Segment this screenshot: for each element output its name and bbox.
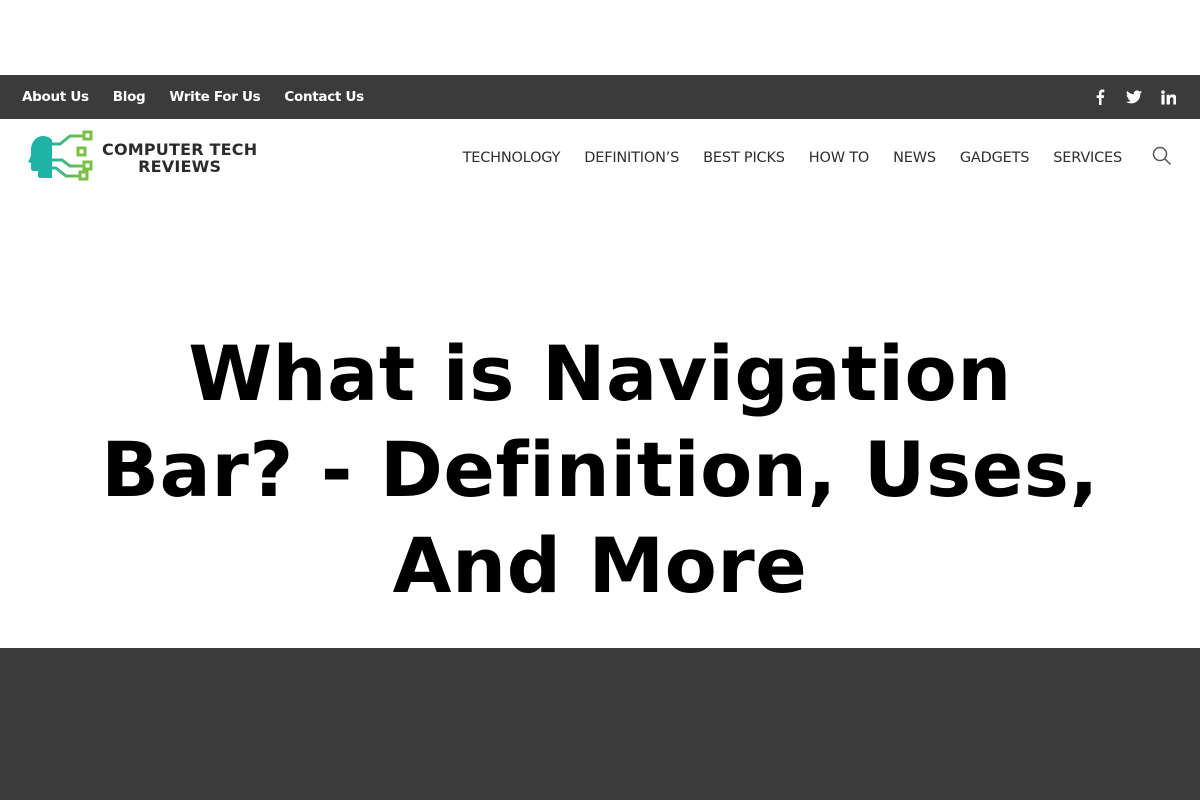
nav-item-definitions[interactable]: DEFINITION’S bbox=[584, 150, 679, 166]
facebook-icon[interactable] bbox=[1092, 89, 1108, 105]
top-links: About Us Blog Write For Us Contact Us bbox=[22, 89, 388, 105]
hero-section: What is Navigation Bar? - Definition, Us… bbox=[0, 197, 1200, 723]
main-nav: TECHNOLOGY DEFINITION’S BEST PICKS HOW T… bbox=[439, 146, 1172, 171]
social-links bbox=[1092, 89, 1178, 105]
search-button[interactable] bbox=[1152, 146, 1172, 171]
top-spacer bbox=[0, 0, 1200, 75]
nav-item-technology[interactable]: TECHNOLOGY bbox=[463, 150, 561, 166]
logo-line-2: REVIEWS bbox=[138, 157, 222, 176]
top-link-contact-us[interactable]: Contact Us bbox=[284, 89, 364, 105]
top-link-about-us[interactable]: About Us bbox=[22, 89, 89, 105]
top-bar: About Us Blog Write For Us Contact Us bbox=[0, 75, 1200, 119]
twitter-icon[interactable] bbox=[1126, 89, 1142, 105]
top-link-write-for-us[interactable]: Write For Us bbox=[169, 89, 260, 105]
logo-text: COMPUTER TECH REVIEWS bbox=[102, 141, 257, 175]
nav-item-gadgets[interactable]: GADGETS bbox=[960, 150, 1030, 166]
site-logo[interactable]: COMPUTER TECH REVIEWS bbox=[28, 130, 257, 187]
content-band bbox=[0, 648, 1200, 800]
nav-item-services[interactable]: SERVICES bbox=[1053, 150, 1122, 166]
search-icon bbox=[1152, 146, 1172, 171]
nav-item-best-picks[interactable]: BEST PICKS bbox=[703, 150, 785, 166]
nav-item-how-to[interactable]: HOW TO bbox=[809, 150, 870, 166]
page-title: What is Navigation Bar? - Definition, Us… bbox=[101, 329, 1099, 610]
site-header: COMPUTER TECH REVIEWS TECHNOLOGY DEFINIT… bbox=[0, 119, 1200, 197]
top-link-blog[interactable]: Blog bbox=[113, 89, 146, 105]
linkedin-icon[interactable] bbox=[1160, 89, 1176, 105]
nav-item-news[interactable]: NEWS bbox=[893, 150, 936, 166]
head-circuit-logo-icon bbox=[28, 130, 98, 187]
